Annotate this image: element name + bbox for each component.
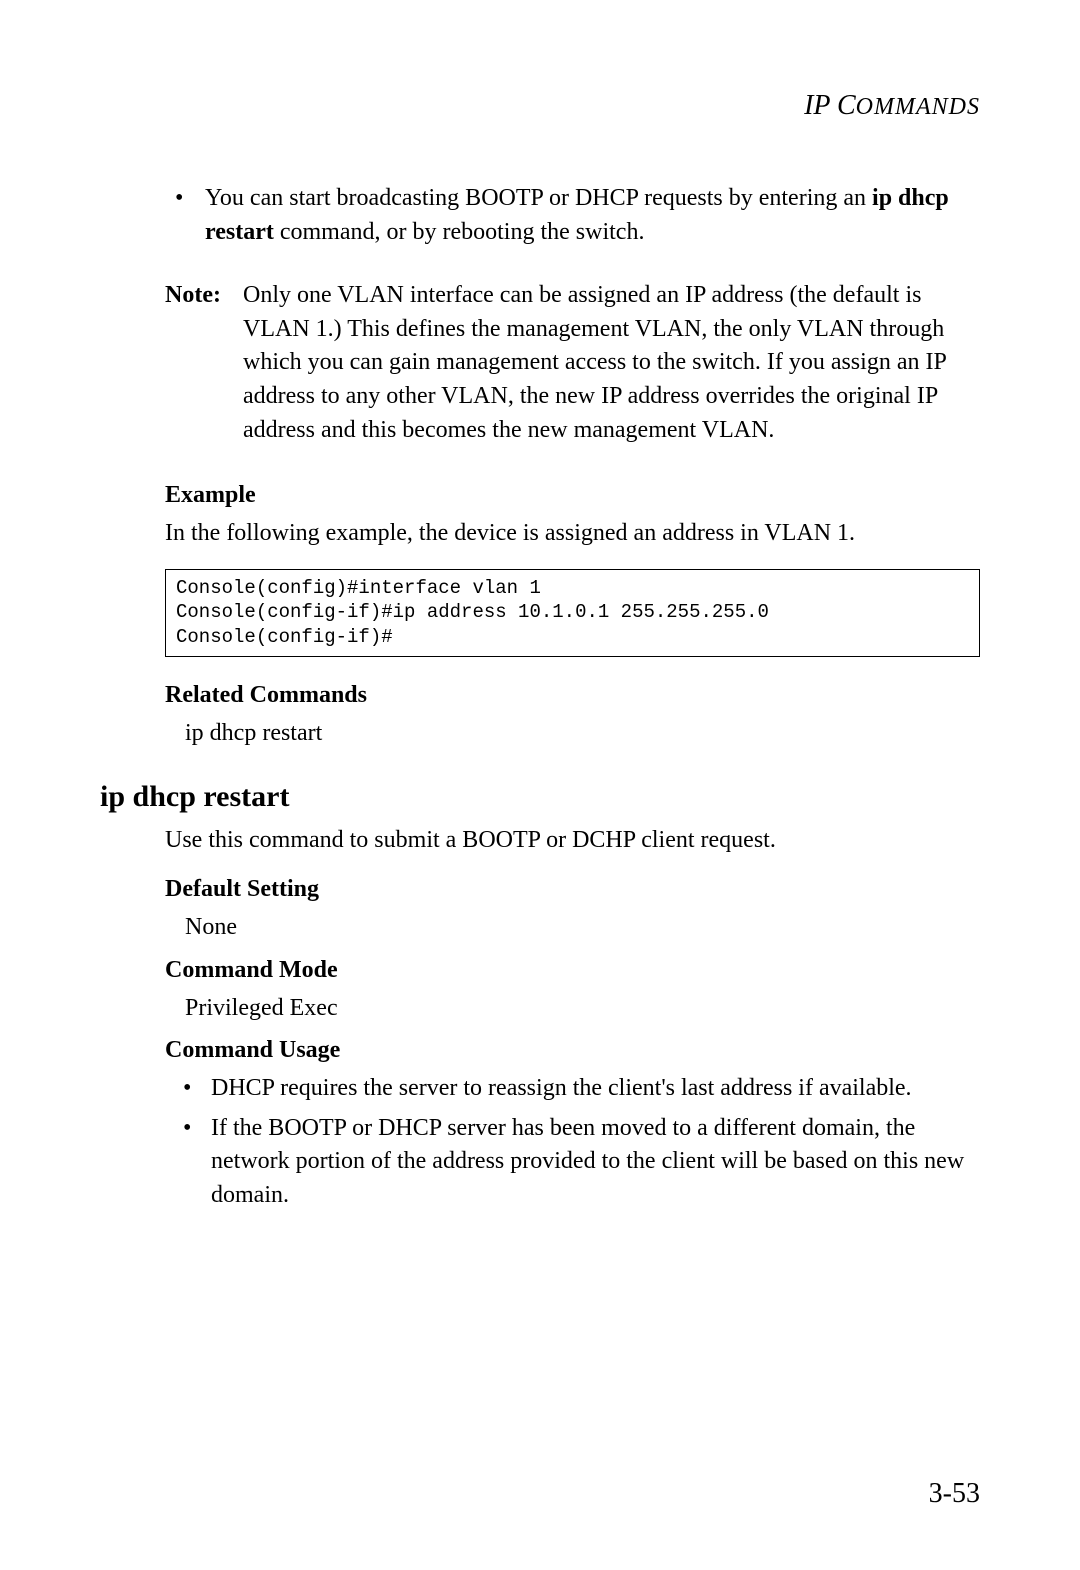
usage-bullet-text: DHCP requires the server to reassign the… [211,1072,980,1106]
related-commands-heading: Related Commands [165,682,980,709]
bullet-list-item: • You can start broadcasting BOOTP or DH… [165,182,980,249]
note-block: Note: Only one VLAN interface can be ass… [165,279,980,447]
default-setting-value: None [165,911,980,945]
command-usage-heading: Command Usage [165,1037,980,1064]
page-content: • You can start broadcasting BOOTP or DH… [100,182,980,1213]
bullet-text: You can start broadcasting BOOTP or DHCP… [205,182,980,249]
bullet-marker: • [183,1072,211,1106]
bullet-text-part: You can start broadcasting BOOTP or DHCP… [205,185,872,211]
bullet-text-part: command, or by rebooting the switch. [274,219,645,245]
header-prefix: IP C [804,90,856,121]
example-intro: In the following example, the device is … [165,517,980,551]
example-heading: Example [165,482,980,509]
usage-bullet-item: • DHCP requires the server to reassign t… [165,1072,980,1106]
default-setting-heading: Default Setting [165,876,980,903]
header-suffix: OMMANDS [856,94,980,120]
command-mode-value: Privileged Exec [165,992,980,1026]
bullet-marker: • [183,1112,211,1213]
command-description: Use this command to submit a BOOTP or DC… [165,824,980,858]
note-text: Only one VLAN interface can be assigned … [243,279,980,447]
page-header: IP COMMANDS [100,90,980,122]
command-title: ip dhcp restart [100,780,980,814]
code-block: Console(config)#interface vlan 1 Console… [165,569,980,657]
page-number: 3-53 [929,1478,980,1510]
bullet-marker: • [165,182,205,249]
command-mode-heading: Command Mode [165,957,980,984]
usage-bullet-item: • If the BOOTP or DHCP server has been m… [165,1112,980,1213]
note-label: Note: [165,279,243,447]
usage-bullet-text: If the BOOTP or DHCP server has been mov… [211,1112,980,1213]
related-commands-text: ip dhcp restart [165,717,980,751]
